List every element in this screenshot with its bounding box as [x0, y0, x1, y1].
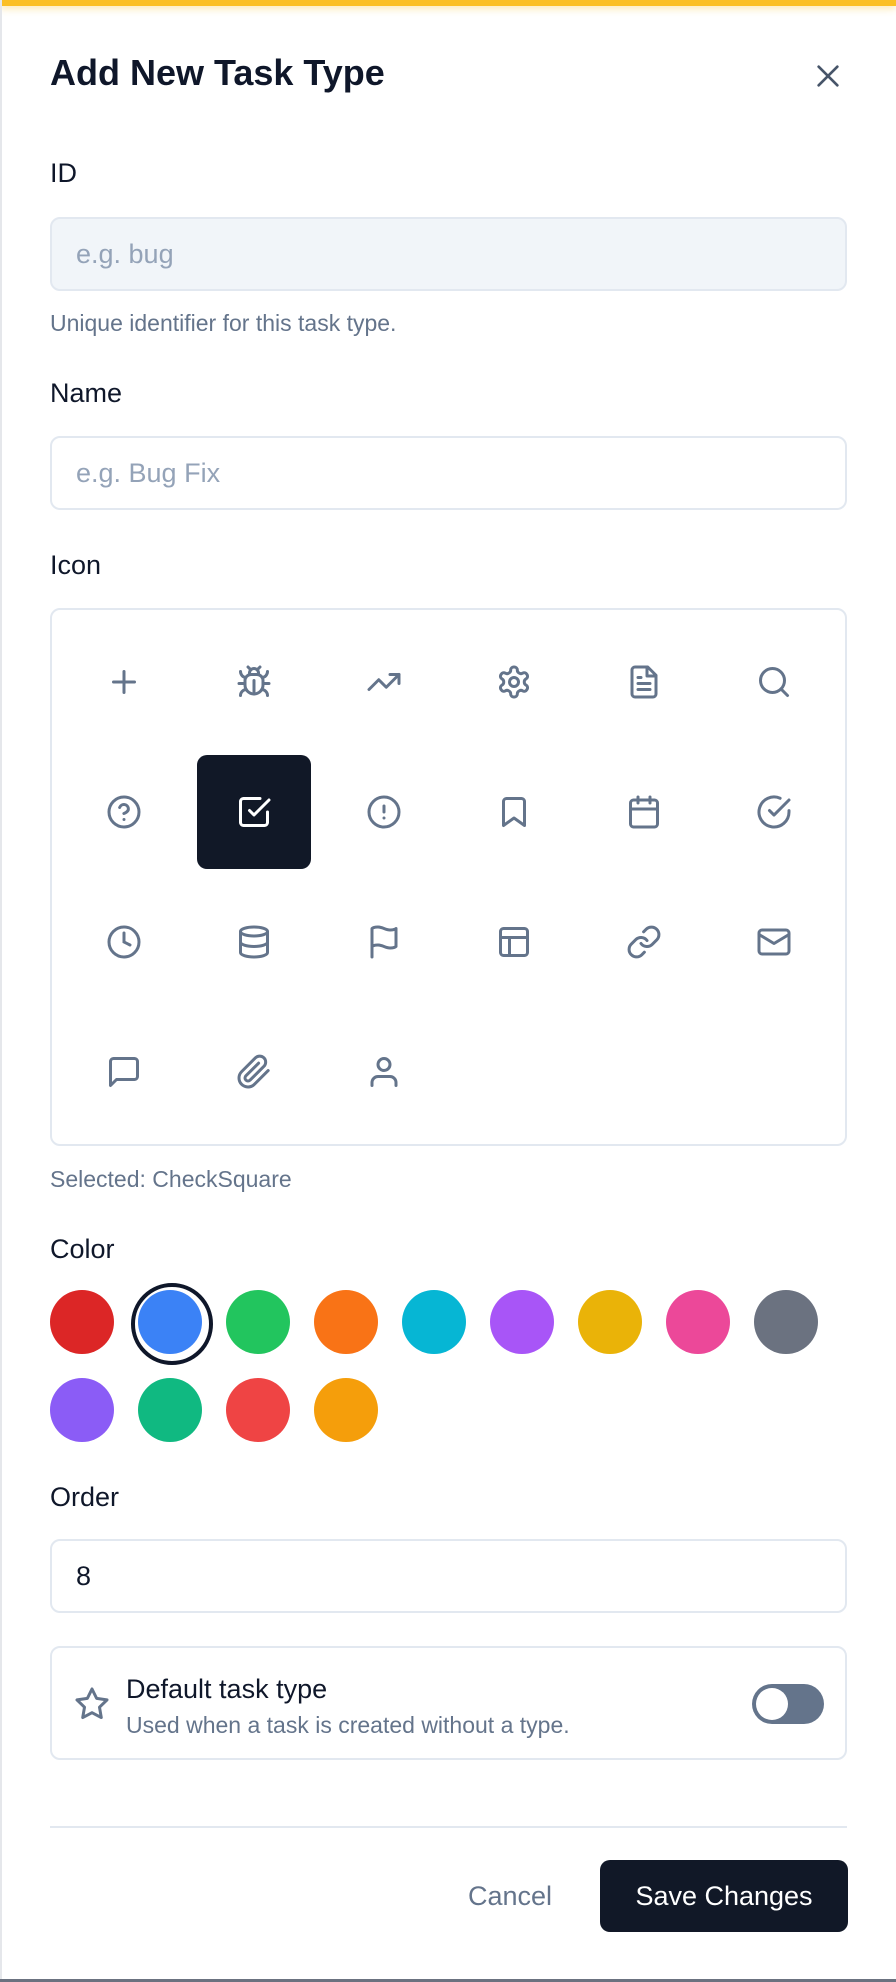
mail-icon [757, 928, 791, 956]
flag-icon [370, 925, 398, 959]
icon-option-paperclip[interactable] [197, 1015, 311, 1129]
icon-option-mail[interactable] [717, 885, 831, 999]
icon-option-help-circle[interactable] [67, 755, 181, 869]
icon-option-calendar[interactable] [587, 755, 701, 869]
footer-divider [50, 1826, 847, 1828]
order-input[interactable] [50, 1539, 847, 1613]
close-icon [817, 65, 839, 87]
color-swatch[interactable] [226, 1378, 290, 1442]
color-label: Color [50, 1234, 115, 1264]
color-swatch[interactable] [314, 1378, 378, 1442]
default-task-type-toggle[interactable] [752, 1684, 824, 1724]
icon-option-message-square[interactable] [67, 1015, 181, 1129]
order-label: Order [50, 1482, 120, 1512]
paperclip-icon [237, 1054, 270, 1089]
calendar-icon [629, 795, 659, 829]
id-input[interactable] [50, 217, 847, 291]
layout-icon [499, 927, 529, 957]
icon-option-search[interactable] [717, 625, 831, 739]
name-label: Name [50, 378, 123, 408]
icon-option-check-circle[interactable] [717, 755, 831, 869]
clock-icon [107, 925, 141, 959]
color-swatch[interactable] [131, 1283, 213, 1365]
plus-icon [112, 670, 136, 694]
icon-option-user[interactable] [327, 1015, 441, 1129]
color-swatch[interactable] [578, 1290, 642, 1354]
color-swatch[interactable] [402, 1290, 466, 1354]
user-icon [370, 1057, 398, 1087]
search-icon [759, 667, 789, 697]
toggle-knob [756, 1688, 788, 1720]
database-icon [239, 925, 269, 959]
trending-up-icon [367, 673, 401, 691]
icon-option-alert-circle[interactable] [327, 755, 441, 869]
icon-option-clock[interactable] [67, 885, 181, 999]
star-icon [75, 1687, 109, 1720]
name-input[interactable] [50, 436, 847, 510]
icon-option-bug[interactable] [197, 625, 311, 739]
color-swatch[interactable] [138, 1378, 202, 1442]
default-task-type-card: Default task type Used when a task is cr… [50, 1646, 847, 1760]
icon-option-plus[interactable] [67, 625, 181, 739]
dialog-title: Add New Task Type [50, 52, 385, 93]
icon-option-file-text[interactable] [587, 625, 701, 739]
id-label: ID [50, 158, 77, 188]
icon-option-link[interactable] [587, 885, 701, 999]
close-button[interactable] [808, 56, 848, 96]
color-swatch[interactable] [754, 1290, 818, 1354]
color-swatch[interactable] [50, 1378, 114, 1442]
top-accent-bar [0, 0, 896, 6]
icon-option-layout[interactable] [457, 885, 571, 999]
check-square-icon [239, 797, 271, 827]
bug-icon [237, 665, 271, 697]
help-circle-icon [107, 795, 141, 829]
selected-icon-text: Selected: CheckSquare [50, 1166, 292, 1192]
dialog-left-border [0, 0, 2, 1982]
settings-icon [499, 665, 529, 699]
color-swatch[interactable] [50, 1290, 114, 1354]
color-swatch[interactable] [490, 1290, 554, 1354]
id-hint: Unique identifier for this task type. [50, 310, 397, 336]
color-swatch[interactable] [314, 1290, 378, 1354]
icon-option-trending-up[interactable] [327, 625, 441, 739]
color-swatch[interactable] [226, 1290, 290, 1354]
icon-label: Icon [50, 550, 102, 580]
icon-picker [50, 608, 847, 1146]
icon-option-check-square[interactable] [197, 755, 311, 869]
icon-option-database[interactable] [197, 885, 311, 999]
file-text-icon [630, 665, 658, 699]
alert-circle-icon [367, 795, 401, 829]
check-circle-icon [757, 795, 791, 829]
default-task-type-description: Used when a task is created without a ty… [126, 1712, 570, 1738]
color-swatch[interactable] [666, 1290, 730, 1354]
bookmark-icon [502, 797, 526, 827]
save-changes-button[interactable]: Save Changes [600, 1860, 848, 1932]
icon-option-settings[interactable] [457, 625, 571, 739]
default-task-type-title: Default task type [126, 1674, 328, 1704]
icon-option-bookmark[interactable] [457, 755, 571, 869]
message-square-icon [109, 1057, 139, 1087]
cancel-button[interactable]: Cancel [440, 1860, 580, 1932]
link-icon [627, 925, 661, 959]
icon-option-flag[interactable] [327, 885, 441, 999]
